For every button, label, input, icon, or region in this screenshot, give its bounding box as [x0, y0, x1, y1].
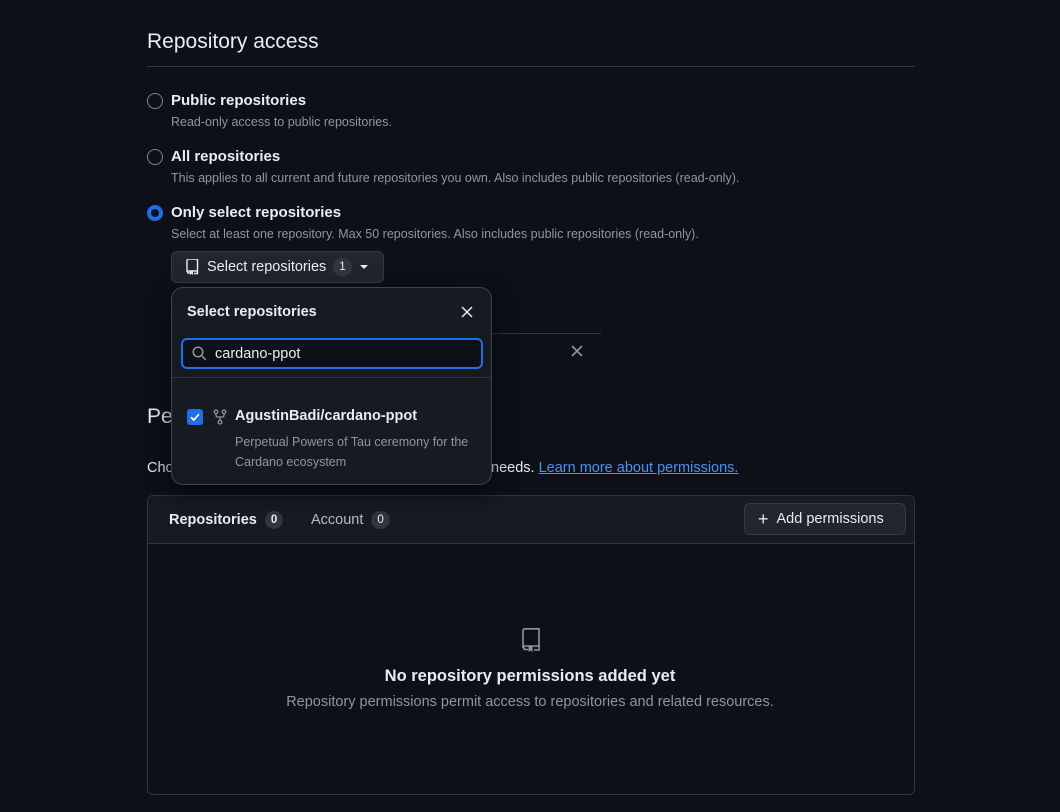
- section-title-permissions: Pe: [147, 405, 173, 428]
- caret-down-icon: [359, 265, 368, 269]
- permissions-description-right: needs. Learn more about permissions.: [491, 460, 738, 476]
- permissions-description: Cho: [147, 460, 174, 476]
- radio-label-all[interactable]: All repositories: [171, 148, 280, 165]
- tab-repositories-count: 0: [264, 511, 284, 529]
- remove-repository-x-icon[interactable]: [570, 344, 584, 358]
- radio-label-only-select[interactable]: Only select repositories: [171, 204, 341, 221]
- permissions-desc-right: needs.: [491, 460, 535, 476]
- empty-state-title: No repository permissions added yet: [384, 667, 676, 685]
- add-permissions-button[interactable]: + Add permissions: [744, 503, 906, 535]
- tab-account-count: 0: [371, 511, 390, 529]
- repo-icon: [522, 628, 540, 652]
- repository-search-field[interactable]: [181, 338, 483, 369]
- popover-title: Select repositories: [187, 304, 317, 320]
- selected-list-divider: [491, 333, 601, 334]
- check-icon: [190, 413, 200, 422]
- learn-more-permissions-link[interactable]: Learn more about permissions.: [539, 460, 739, 476]
- radio-desc-all: This applies to all current and future r…: [171, 171, 740, 185]
- radio-all-repositories[interactable]: [147, 149, 163, 165]
- tab-account[interactable]: Account 0: [311, 511, 390, 529]
- tab-repositories-label: Repositories: [169, 512, 257, 528]
- search-icon: [192, 346, 207, 361]
- radio-public-repositories[interactable]: [147, 93, 163, 109]
- radio-only-select-repositories[interactable]: [147, 205, 163, 221]
- radio-desc-public: Read-only access to public repositories.: [171, 115, 392, 129]
- select-repositories-count: 1: [333, 258, 352, 276]
- permissions-desc-left: Cho: [147, 460, 174, 476]
- add-permissions-label: Add permissions: [776, 511, 884, 527]
- close-icon[interactable]: [461, 306, 473, 318]
- select-repositories-label: Select repositories: [207, 259, 327, 275]
- section-title-repository-access: Repository access: [147, 30, 319, 53]
- tab-repositories[interactable]: Repositories 0: [169, 511, 284, 529]
- select-repositories-popover: Select repositories AgustinBadi/cardano-…: [171, 287, 492, 485]
- radio-label-public[interactable]: Public repositories: [171, 92, 306, 109]
- radio-desc-only-select: Select at least one repository. Max 50 r…: [171, 227, 699, 241]
- select-repositories-button[interactable]: Select repositories 1: [171, 251, 384, 283]
- repo-icon: [186, 259, 199, 275]
- section-divider: [147, 66, 915, 67]
- empty-state-description: Repository permissions permit access to …: [286, 694, 774, 710]
- repository-search-input[interactable]: [215, 345, 465, 362]
- repository-name: AgustinBadi/cardano-ppot: [235, 408, 418, 424]
- plus-icon: +: [758, 509, 769, 529]
- permissions-tabs-header: Repositories 0 Account 0 + Add permissio…: [148, 496, 914, 544]
- popover-divider: [172, 377, 491, 378]
- repository-checkbox[interactable]: [187, 409, 203, 425]
- repository-description: Perpetual Powers of Tau ceremony for the…: [235, 435, 469, 469]
- tab-account-label: Account: [311, 512, 364, 528]
- repo-forked-icon: [213, 409, 227, 425]
